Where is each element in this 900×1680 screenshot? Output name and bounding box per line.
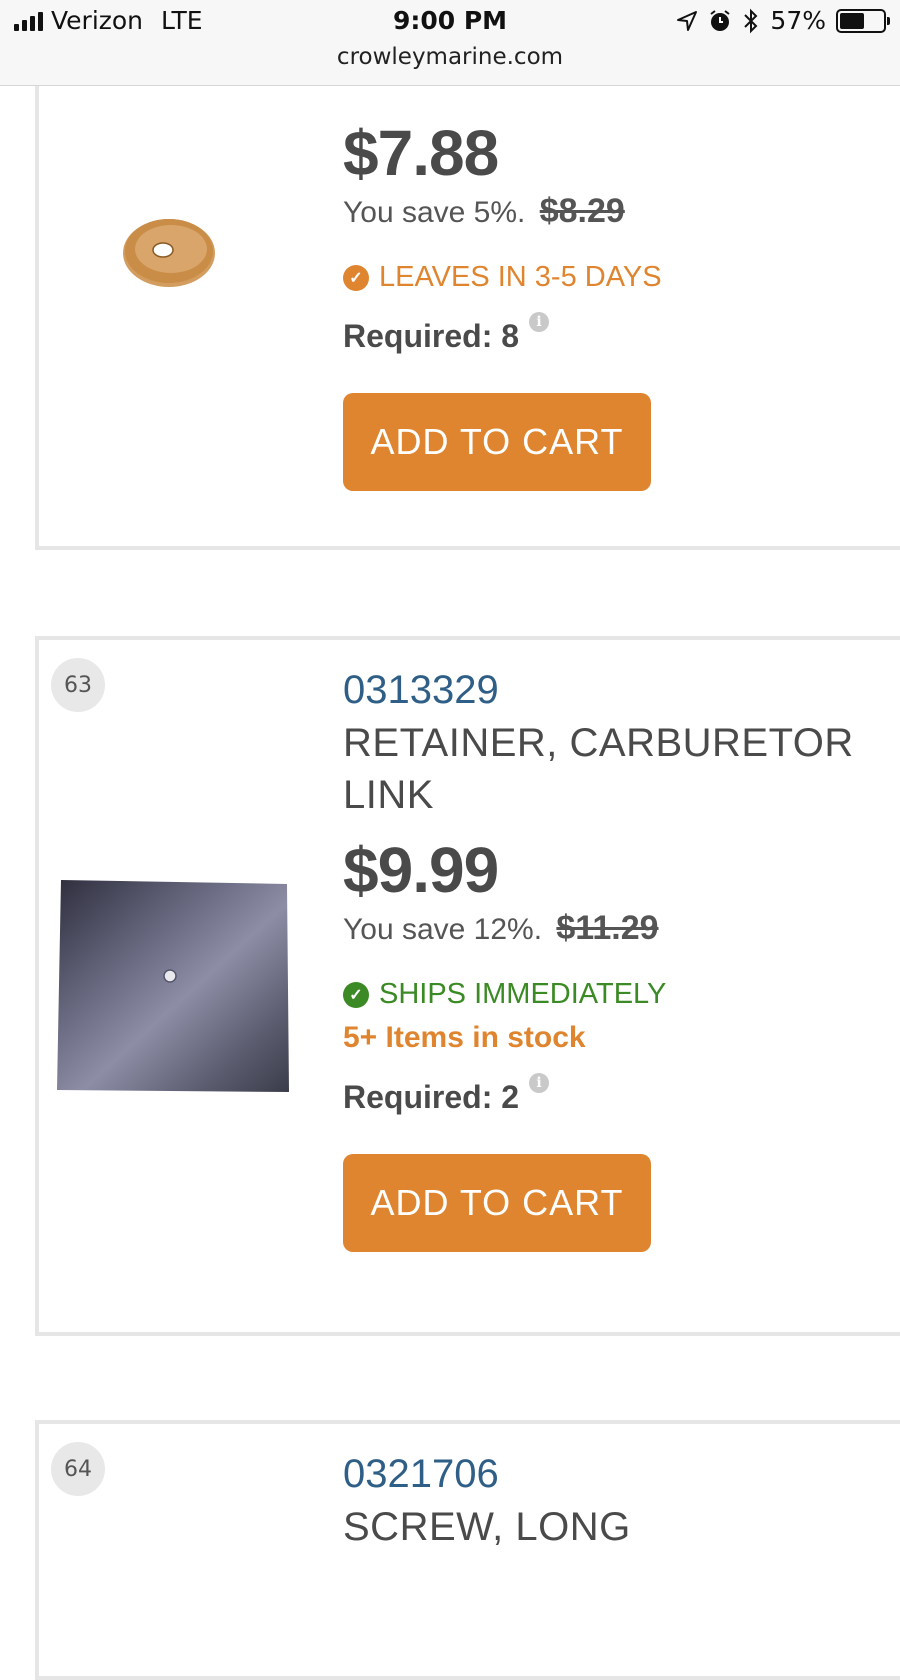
- product-card: 63 0313329 RETAINER, CARBURETOR LINK $9.…: [35, 636, 900, 1336]
- info-icon[interactable]: i: [529, 1073, 550, 1093]
- location-icon: [677, 10, 698, 31]
- item-number-badge: 63: [51, 658, 105, 712]
- savings-line: You save 5%. $8.29: [343, 192, 900, 231]
- item-number-badge: 64: [51, 1442, 105, 1496]
- part-number-link[interactable]: 0321706: [343, 1452, 900, 1497]
- required-label: Required: 2: [343, 1079, 520, 1115]
- savings-text: You save 5%.: [343, 196, 526, 229]
- availability-text: SHIPS IMMEDIATELY: [379, 978, 667, 1010]
- check-circle-icon: ✓: [343, 981, 369, 1008]
- product-card: 64 0321706 SCREW, LONG: [35, 1420, 900, 1680]
- info-icon[interactable]: i: [529, 312, 550, 332]
- product-price: $7.88: [343, 117, 499, 189]
- availability-status: ✓ SHIPS IMMEDIATELY: [343, 978, 900, 1011]
- part-number-link[interactable]: 0313329: [343, 668, 900, 713]
- alarm-icon: [710, 9, 731, 31]
- savings-text: You save 12%.: [343, 913, 543, 946]
- add-to-cart-button[interactable]: ADD TO CART: [343, 393, 651, 491]
- bluetooth-icon: [744, 8, 758, 33]
- savings-line: You save 12%. $11.29: [343, 909, 900, 948]
- original-price: $8.29: [539, 192, 625, 230]
- product-name[interactable]: RETAINER, CARBURETOR LINK: [343, 717, 900, 821]
- product-image[interactable]: [119, 214, 219, 294]
- product-image[interactable]: [55, 878, 291, 1100]
- add-to-cart-button[interactable]: ADD TO CART: [343, 1154, 651, 1252]
- status-right: 57%: [676, 6, 890, 35]
- required-label: Required: 8: [343, 318, 520, 354]
- required-quantity: Required: 8 i: [343, 312, 900, 355]
- availability-status: ✓ LEAVES IN 3-5 DAYS: [343, 261, 900, 294]
- product-card: $7.88 You save 5%. $8.29 ✓ LEAVES IN 3-5…: [35, 60, 900, 550]
- address-bar-url[interactable]: crowleymarine.com: [0, 44, 900, 70]
- availability-text: LEAVES IN 3-5 DAYS: [379, 261, 662, 293]
- product-name[interactable]: SCREW, LONG: [343, 1501, 900, 1553]
- battery-icon: [836, 8, 890, 33]
- check-circle-icon: ✓: [343, 264, 369, 291]
- battery-percent: 57%: [770, 6, 826, 35]
- status-bar: Verizon LTE 9:00 PM 57% crowleymarine.co…: [0, 0, 900, 86]
- required-quantity: Required: 2 i: [343, 1073, 900, 1116]
- product-price: $9.99: [343, 834, 499, 906]
- stock-status: 5+ Items in stock: [343, 1021, 586, 1054]
- original-price: $11.29: [556, 909, 659, 947]
